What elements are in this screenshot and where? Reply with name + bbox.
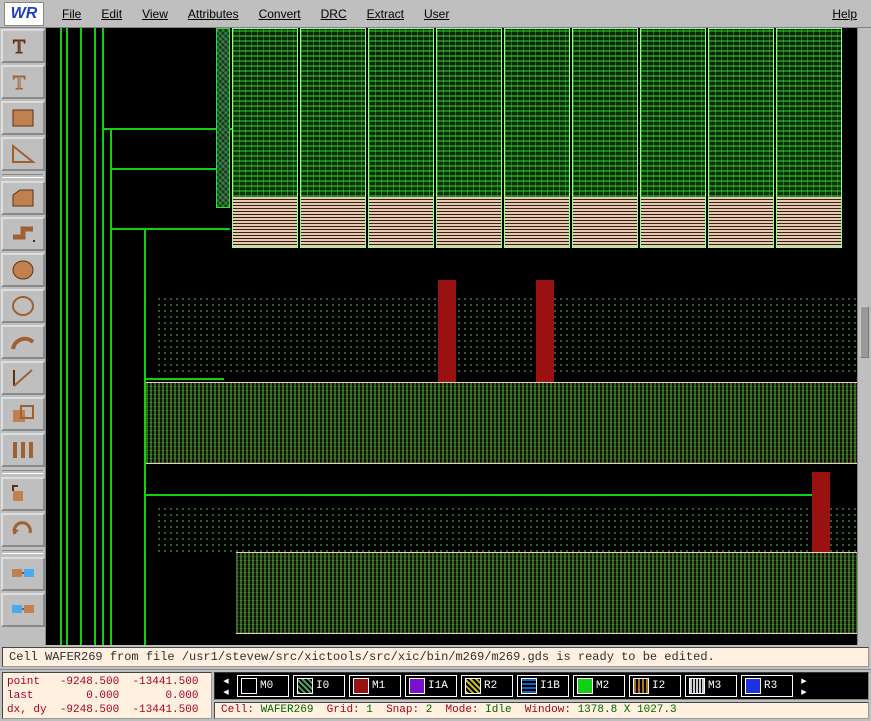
layout-canvas[interactable] xyxy=(46,28,857,645)
tool-rotate[interactable] xyxy=(1,513,45,547)
layer-M3[interactable]: M3 xyxy=(685,675,737,697)
tool-array[interactable] xyxy=(1,433,45,467)
layer-R3[interactable]: R3 xyxy=(741,675,793,697)
tool-text-large[interactable]: T xyxy=(1,29,45,63)
layer-M1[interactable]: M1 xyxy=(349,675,401,697)
tool-layer-swap-a[interactable] xyxy=(1,557,45,591)
status-line: Cell WAFER269 from file /usr1/stevew/src… xyxy=(2,647,869,667)
vertical-scrollbar[interactable] xyxy=(857,28,871,645)
menu-file-label: File xyxy=(62,7,81,21)
menu-user-label: User xyxy=(424,7,449,21)
menu-view-label: View xyxy=(142,7,168,21)
menu-file[interactable]: File xyxy=(52,3,91,25)
menu-extract-label: Extract xyxy=(367,7,404,21)
layer-I1A[interactable]: I1A xyxy=(405,675,457,697)
menu-convert[interactable]: Convert xyxy=(249,3,311,25)
menu-attributes-label: Attributes xyxy=(188,7,239,21)
layer-scroll-right[interactable]: ▶▶ xyxy=(797,675,811,697)
tool-arc[interactable] xyxy=(1,325,45,359)
tool-polygon[interactable] xyxy=(1,181,45,215)
menu-user[interactable]: User xyxy=(414,3,459,25)
layer-scroll-left[interactable]: ◀◀ xyxy=(219,675,233,697)
tool-edge[interactable] xyxy=(1,361,45,395)
info-line: Cell: WAFER269 Grid: 1 Snap: 2 Mode: Idl… xyxy=(214,702,869,719)
menu-view[interactable]: View xyxy=(132,3,178,25)
coords-readout: point -9248.500 -13441.500 last 0.000 0.… xyxy=(2,672,212,719)
tool-path[interactable] xyxy=(1,217,45,251)
layer-I0[interactable]: I0 xyxy=(293,675,345,697)
menu-edit-label: Edit xyxy=(101,7,122,21)
svg-text:T: T xyxy=(13,72,25,93)
menu-drc-label: DRC xyxy=(321,7,347,21)
tool-circle-outline[interactable] xyxy=(1,289,45,323)
menu-help[interactable]: Help xyxy=(822,3,867,25)
tool-copy-layer[interactable] xyxy=(1,397,45,431)
menu-edit[interactable]: Edit xyxy=(91,3,132,25)
tool-layer-swap-b[interactable] xyxy=(1,593,45,627)
menu-extract[interactable]: Extract xyxy=(357,3,414,25)
menu-convert-label: Convert xyxy=(259,7,301,21)
menu-drc[interactable]: DRC xyxy=(311,3,357,25)
layer-I2[interactable]: I2 xyxy=(629,675,681,697)
tool-triangle[interactable] xyxy=(1,137,45,171)
tool-rect-fill[interactable] xyxy=(1,101,45,135)
tool-origin[interactable] xyxy=(1,477,45,511)
menubar: WR File Edit View Attributes Convert DRC… xyxy=(0,0,871,28)
layer-M0[interactable]: M0 xyxy=(237,675,289,697)
tool-text-box[interactable]: T xyxy=(1,65,45,99)
svg-text:T: T xyxy=(13,36,25,57)
layer-R2[interactable]: R2 xyxy=(461,675,513,697)
menu-help-label: Help xyxy=(832,7,857,21)
tool-panel: T T xyxy=(0,28,46,645)
layer-M2[interactable]: M2 xyxy=(573,675,625,697)
layer-bar: ◀◀ M0 I0 M1 I1A R2 I1B M2 I2 M3 R3 ▶▶ xyxy=(214,672,869,700)
menu-attributes[interactable]: Attributes xyxy=(178,3,249,25)
layer-I1B[interactable]: I1B xyxy=(517,675,569,697)
app-logo: WR xyxy=(4,2,44,26)
tool-circle-fill[interactable] xyxy=(1,253,45,287)
